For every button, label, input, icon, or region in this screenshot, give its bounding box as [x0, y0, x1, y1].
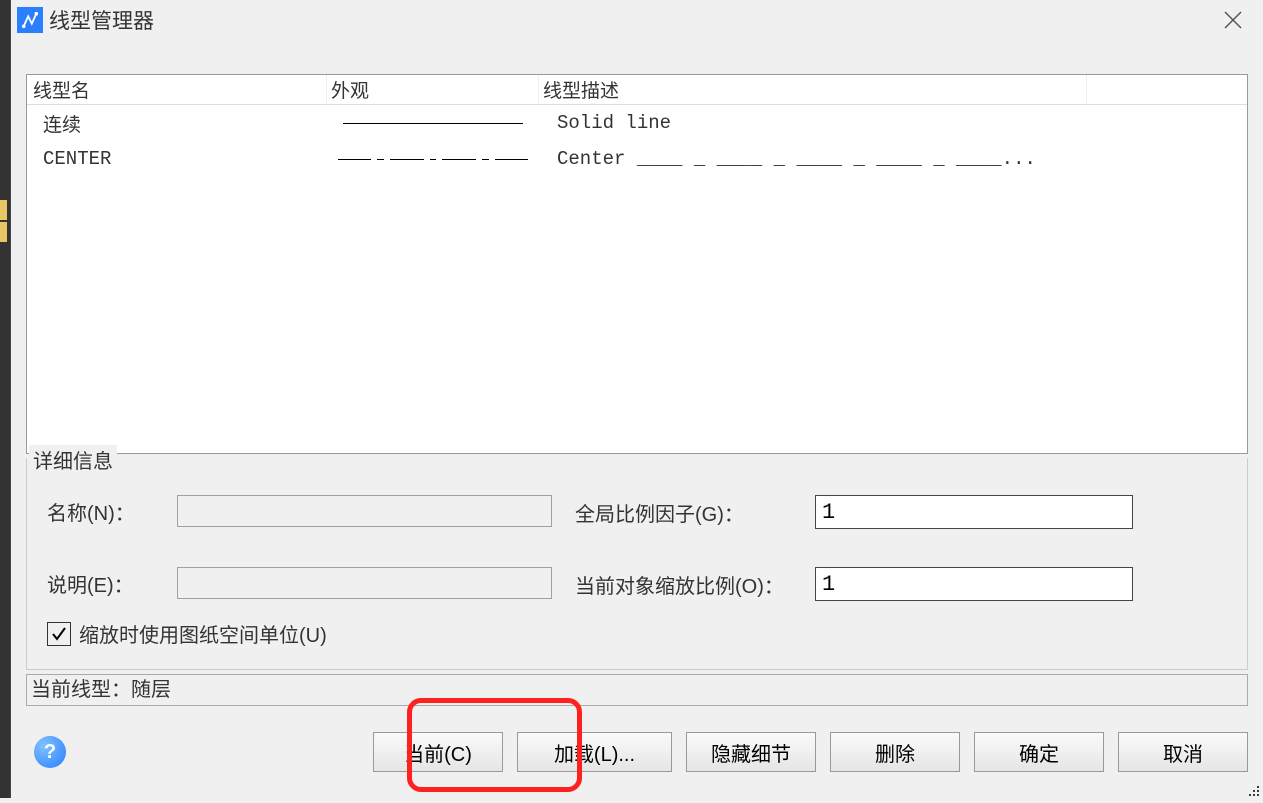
linetype-name: 连续 — [27, 110, 327, 137]
name-field[interactable] — [177, 495, 552, 527]
details-legend: 详细信息 — [29, 445, 117, 474]
button-row: ? 当前(C) 加载(L)... 隐藏细节 删除 确定 取消 — [26, 730, 1248, 774]
app-icon — [17, 7, 43, 33]
object-scale-field[interactable] — [815, 567, 1133, 601]
object-scale-label: 当前对象缩放比例(O)： — [575, 570, 815, 599]
paperspace-checkbox[interactable] — [47, 622, 71, 646]
current-button[interactable]: 当前(C) — [373, 732, 503, 772]
paperspace-label: 缩放时使用图纸空间单位(U) — [79, 619, 327, 648]
table-row[interactable]: 连续 Solid line — [27, 105, 1247, 141]
delete-button[interactable]: 删除 — [830, 732, 960, 772]
hide-details-button[interactable]: 隐藏细节 — [686, 732, 816, 772]
load-button[interactable]: 加载(L)... — [517, 732, 672, 772]
current-linetype-status: 当前线型：随层 — [26, 674, 1248, 706]
close-icon — [1221, 8, 1245, 32]
global-scale-field[interactable] — [815, 495, 1133, 529]
table-header: 线型名 外观 线型描述 — [27, 75, 1247, 105]
global-scale-label: 全局比例因子(G)： — [575, 498, 815, 527]
name-label: 名称(N)： — [27, 497, 177, 526]
desc-field[interactable] — [177, 567, 552, 599]
resize-grip-icon[interactable] — [1246, 781, 1260, 795]
titlebar: 线型管理器 — [11, 0, 1263, 40]
linetype-table[interactable]: 线型名 外观 线型描述 连续 Solid line CENTER — [26, 74, 1248, 454]
window-title: 线型管理器 — [49, 5, 154, 35]
desc-label: 说明(E)： — [27, 569, 177, 598]
linetype-manager-window: 线型管理器 线型名 外观 线型描述 连续 Solid line CENTER — [10, 0, 1263, 798]
header-name[interactable]: 线型名 — [27, 75, 327, 104]
check-icon — [50, 625, 68, 643]
cancel-button[interactable]: 取消 — [1118, 732, 1248, 772]
linetype-desc: Solid line — [539, 112, 1247, 134]
linetype-preview-solid — [327, 123, 539, 124]
details-group: 详细信息 名称(N)： 说明(E)： 全局比例因子(G)： 当前对象缩放比例(O… — [26, 458, 1248, 670]
close-button[interactable] — [1217, 4, 1249, 36]
help-button[interactable]: ? — [34, 736, 66, 768]
header-description[interactable]: 线型描述 — [539, 75, 1087, 104]
linetype-name: CENTER — [27, 148, 327, 170]
linetype-preview-center — [327, 159, 539, 160]
linetype-desc: Center ____ _ ____ _ ____ _ ____ _ ____.… — [539, 148, 1247, 170]
header-appearance[interactable]: 外观 — [327, 75, 539, 104]
table-row[interactable]: CENTER Center ____ _ ____ _ ____ _ ____ … — [27, 141, 1247, 177]
ok-button[interactable]: 确定 — [974, 732, 1104, 772]
